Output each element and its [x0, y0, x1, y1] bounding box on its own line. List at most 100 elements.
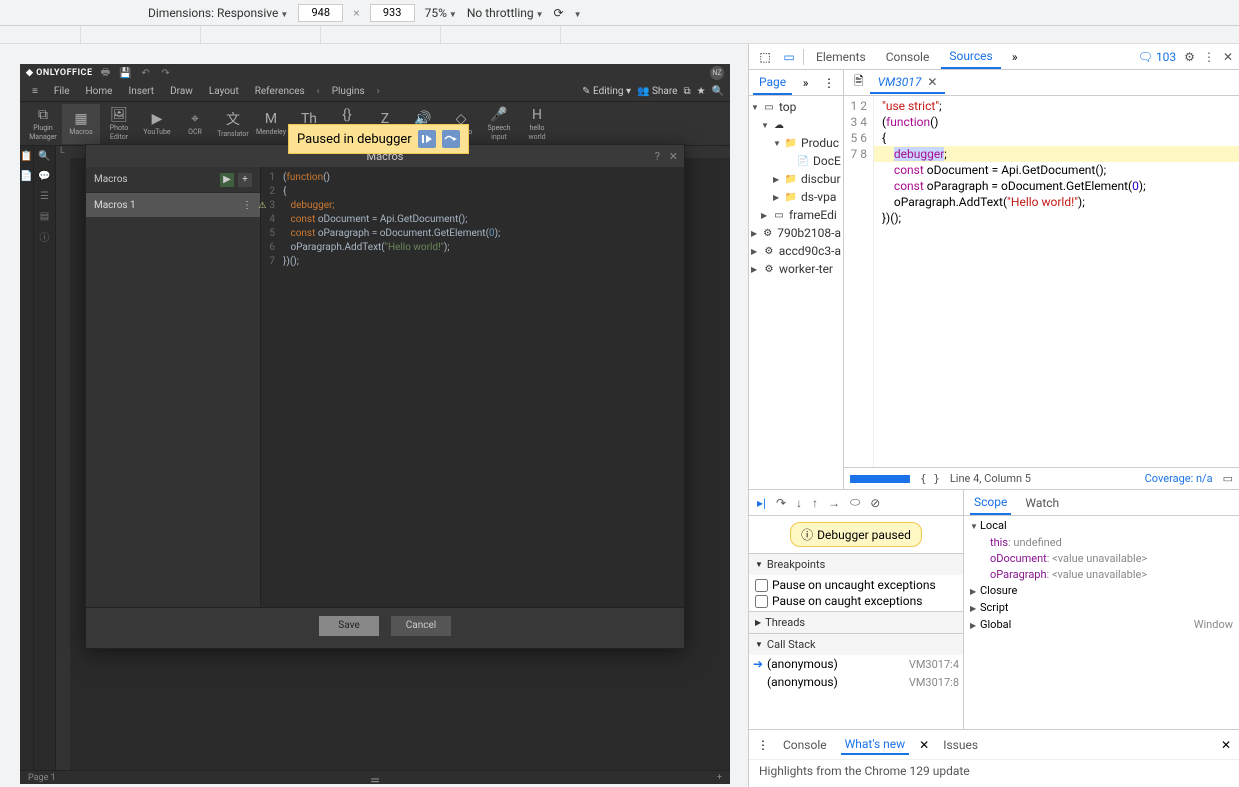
redo-icon[interactable]: ↷ [159, 68, 173, 79]
menu-draw[interactable]: Draw [164, 84, 199, 99]
coverage-link[interactable]: Coverage: n/a [1145, 472, 1213, 485]
print-icon[interactable]: 🖶 [99, 65, 113, 82]
throttling-dropdown[interactable]: No throttling [467, 6, 544, 20]
tab-console[interactable]: Console [878, 46, 938, 68]
threads-header[interactable]: ▶Threads [749, 611, 963, 633]
drawer-whatsnew-close-icon[interactable]: ✕ [919, 738, 929, 752]
open-location-icon[interactable]: ⧉ [683, 86, 690, 97]
search-icon[interactable]: 🔍 [712, 86, 724, 97]
nav-icon[interactable]: ▤ [34, 206, 55, 226]
macros-cancel-button[interactable]: Cancel [391, 616, 451, 636]
drawer-tab-console[interactable]: Console [779, 736, 831, 754]
search-side-icon[interactable]: 🔍 [34, 146, 55, 166]
comments-icon[interactable]: 💬 [34, 166, 55, 186]
close-devtools-icon[interactable]: ✕ [1223, 50, 1233, 64]
macros-add-icon[interactable]: + [238, 173, 252, 187]
ribbon-hello-world[interactable]: Hhelloworld [518, 104, 556, 144]
drawer-close-icon[interactable]: ✕ [1221, 738, 1231, 752]
ribbon-youtube[interactable]: ▶YouTube [138, 104, 176, 144]
pause-caught-checkbox[interactable] [755, 595, 768, 608]
step-icon[interactable]: → [828, 496, 840, 510]
page-indicator[interactable]: Page 1 [28, 773, 56, 783]
scope-tab[interactable]: Scope [970, 491, 1011, 515]
step-into-icon[interactable]: ↓ [796, 496, 802, 510]
add-page-icon[interactable]: + [717, 773, 722, 783]
breakpoints-header[interactable]: ▼Breakpoints [749, 553, 963, 575]
editor-scroll[interactable] [850, 475, 910, 483]
drawer-tab-issues[interactable]: Issues [939, 736, 982, 754]
drawer-kebab-icon[interactable]: ⋮ [757, 738, 769, 752]
resume-button-icon[interactable]: ▸| [757, 496, 766, 510]
deactivate-breakpoints-icon[interactable]: ⬭ [850, 495, 860, 510]
viewport-resize-handle[interactable]: ≡ [370, 772, 379, 784]
menu-references[interactable]: References [249, 84, 311, 99]
step-out-icon[interactable]: ↑ [812, 496, 818, 510]
editing-mode[interactable]: ✎ Editing ▾ [582, 86, 631, 97]
favorite-icon[interactable]: ★ [697, 86, 706, 97]
save-icon[interactable]: 💾 [119, 68, 133, 79]
step-over-icon[interactable]: ↷ [776, 496, 786, 510]
macro-item-menu-icon[interactable]: ⋮ [242, 200, 252, 211]
menu-plugins[interactable]: Plugins [326, 84, 371, 99]
pause-exceptions-icon[interactable]: ⊘ [870, 496, 880, 510]
copy-icon[interactable]: 📋 [20, 146, 33, 166]
file-tree[interactable]: ▼▭top ▼☁ ▼📁Produc 📄DocE ▶📁discbur ▶📁ds-v… [749, 96, 843, 489]
oo-menu-icon[interactable]: ≡ [26, 84, 44, 99]
macros-close-icon[interactable]: ✕ [669, 150, 678, 163]
viewport-width-input[interactable] [298, 4, 343, 22]
resume-icon[interactable] [418, 130, 436, 148]
nav-kebab-icon[interactable]: ⋮ [819, 74, 839, 92]
share-button[interactable]: 👥 Share [637, 86, 677, 97]
editor-settings-icon[interactable]: ▭ [1223, 472, 1233, 485]
zoom-dropdown[interactable]: 75% [425, 6, 457, 20]
device-toggle-icon[interactable]: ▭ [779, 47, 799, 67]
code-area[interactable]: 1 2 3 4 5 6 7 8 "use strict"; (function(… [844, 96, 1239, 467]
inspect-icon[interactable]: ⬚ [755, 47, 775, 67]
paste-icon[interactable]: 📄 [20, 166, 33, 186]
menu-layout[interactable]: Layout [203, 84, 245, 99]
user-avatar[interactable]: NZ [710, 66, 724, 80]
headings-icon[interactable]: ☰ [34, 186, 55, 206]
callstack-header[interactable]: ▼Call Stack [749, 633, 963, 655]
nav-more-icon[interactable]: » [799, 74, 813, 92]
menu-scroll-right[interactable]: › [375, 86, 382, 97]
settings-icon[interactable]: ⚙ [1184, 50, 1195, 64]
callstack-frame[interactable]: (anonymous)VM3017:8 [749, 673, 963, 691]
ribbon-photo-editor[interactable]: 🖼PhotoEditor [100, 104, 138, 144]
ribbon-translator[interactable]: 文Translator [214, 104, 252, 144]
dimensions-dropdown[interactable]: Dimensions: Responsive [148, 6, 288, 20]
ribbon-macros[interactable]: ▦Macros [62, 104, 100, 144]
menu-home[interactable]: Home [80, 84, 119, 99]
menu-insert[interactable]: Insert [122, 84, 160, 99]
device-more-dropdown[interactable] [574, 6, 614, 20]
macros-save-button[interactable]: Save [319, 616, 379, 636]
macros-code-editor[interactable]: 1234567 (function() { debugger; const oD… [261, 167, 684, 607]
undo-icon[interactable]: ↶ [139, 68, 153, 79]
menu-file[interactable]: File [48, 84, 76, 99]
ribbon-plugin-manager[interactable]: ⧉PluginManager [24, 104, 62, 144]
callstack-frame[interactable]: ➔(anonymous)VM3017:4 [749, 655, 963, 673]
macros-run-icon[interactable]: ▶ [220, 173, 234, 187]
rotate-icon[interactable]: ⟳ [554, 6, 564, 20]
watch-tab[interactable]: Watch [1021, 492, 1063, 514]
feedback-icon[interactable]: ⓘ [34, 226, 55, 246]
ribbon-mendeley[interactable]: MMendeley [252, 104, 290, 144]
editor-tab-close-icon[interactable]: ✕ [927, 75, 937, 89]
macro-list-item[interactable]: Macros 1 ⋮ [86, 193, 260, 217]
editor-tab[interactable]: VM3017 ✕ [870, 71, 946, 94]
viewport-height-input[interactable] [370, 4, 415, 22]
ribbon-speech-input[interactable]: 🎤Speechinput [480, 104, 518, 144]
ribbon-ocr[interactable]: ⌖OCR [176, 104, 214, 144]
kebab-icon[interactable]: ⋮ [1203, 50, 1215, 64]
pretty-print-icon[interactable]: { } [920, 472, 940, 485]
drawer-tab-whatsnew[interactable]: What's new [841, 735, 910, 755]
tabs-more-icon[interactable]: » [1005, 47, 1025, 67]
step-icon[interactable] [442, 130, 460, 148]
pause-uncaught-checkbox[interactable] [755, 579, 768, 592]
menu-scroll-left[interactable]: ‹ [315, 86, 322, 97]
tab-elements[interactable]: Elements [808, 46, 874, 68]
macros-help-icon[interactable]: ? [655, 150, 660, 163]
nav-tab-page[interactable]: Page [753, 71, 792, 95]
issues-badge[interactable]: 🗨 103 [1138, 50, 1176, 64]
editor-file-icon[interactable]: 🖹 [848, 70, 870, 95]
